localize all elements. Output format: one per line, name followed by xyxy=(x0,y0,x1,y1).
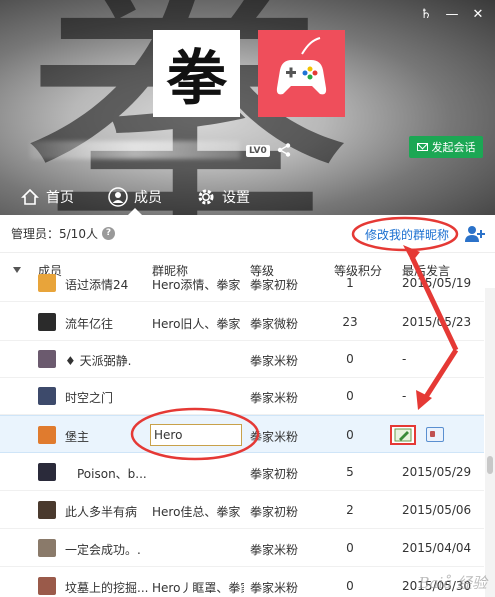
nickname-edit-input[interactable] xyxy=(150,424,242,446)
person-icon xyxy=(108,186,128,207)
start-chat-button[interactable]: 发起会话 xyxy=(409,136,483,158)
member-name: 一定会成功。. xyxy=(65,543,141,557)
table-row[interactable]: 此人多半有病 Hero佳总、拳家 拳家初粉 2 2015/05/06 xyxy=(0,491,484,529)
member-last-message: 2015/05/06 xyxy=(402,503,472,517)
close-icon[interactable]: ✕ xyxy=(469,6,487,24)
member-name: 此人多半有病 xyxy=(65,505,138,519)
avatar xyxy=(38,539,56,557)
member-level: 拳家初粉 xyxy=(250,505,299,519)
member-name: 时空之门 xyxy=(65,391,114,405)
member-card-icon[interactable] xyxy=(426,427,444,442)
tab-settings-label: 设置 xyxy=(222,189,250,206)
table-row[interactable]: 一定会成功。. 拳家米粉 0 2015/04/04 xyxy=(0,529,484,567)
member-name: 语过添情24 xyxy=(65,278,129,292)
member-last-message: 2015/05/23 xyxy=(402,315,472,329)
table-row-editing[interactable]: 堡主 拳家米粉 0 xyxy=(0,415,484,453)
table-row[interactable]: ♦ 天派弼静. 拳家米粉 0 - xyxy=(0,340,484,378)
tab-home-label: 首页 xyxy=(46,189,74,206)
member-level: 拳家米粉 xyxy=(250,581,299,595)
avatar xyxy=(38,426,56,444)
gamepad-icon xyxy=(276,37,327,95)
help-icon[interactable]: ? xyxy=(101,227,115,240)
avatar xyxy=(38,501,56,519)
avatar xyxy=(38,350,56,368)
table-row[interactable]: 流年亿往 Hero旧人、拳家 拳家微粉 23 2015/05/23 xyxy=(0,303,484,341)
table-row[interactable]: 时空之门 拳家米粉 0 - xyxy=(0,377,484,415)
pin-icon[interactable]: ♄ xyxy=(417,6,435,24)
member-points: 5 xyxy=(346,465,354,479)
tab-members[interactable]: 成员 xyxy=(108,178,162,215)
member-points: 0 xyxy=(346,579,354,593)
admin-count: 管理员：5/10人 xyxy=(11,227,98,241)
member-last-message: - xyxy=(402,389,407,403)
minimize-icon[interactable]: — xyxy=(443,6,461,24)
member-list: 语过添情24 Hero添情、拳家 拳家初粉 1 2015/05/19 流年亿往 … xyxy=(0,271,484,597)
tab-bar: 首页 成员 设置 xyxy=(0,178,495,215)
member-points: 0 xyxy=(346,541,354,555)
avatar xyxy=(38,387,56,405)
message-icon xyxy=(416,143,428,151)
table-row[interactable]: 语过添情24 Hero添情、拳家 拳家初粉 1 2015/05/19 xyxy=(0,271,484,302)
member-name: 坟墓上的挖掘... xyxy=(65,581,148,595)
admin-bar: 管理员：5/10人 ? 修改我的群昵称 xyxy=(0,215,495,253)
gear-icon xyxy=(198,189,214,204)
group-name-blurred xyxy=(30,141,240,159)
member-name: ♦ 天派弼静. xyxy=(65,354,132,368)
add-member-icon[interactable] xyxy=(465,225,485,243)
avatar xyxy=(38,274,56,292)
member-points: 2 xyxy=(346,503,354,517)
group-level-badge: LV0 xyxy=(246,145,270,157)
table-row[interactable]: Poison、b... 拳家初粉 5 2015/05/29 xyxy=(0,453,484,491)
scrollbar-thumb[interactable] xyxy=(487,456,493,474)
member-name: Poison、b... xyxy=(77,467,147,481)
share-icon[interactable] xyxy=(276,142,292,158)
avatar xyxy=(38,463,56,481)
game-avatar[interactable] xyxy=(258,30,345,117)
member-last-message: 2015/05/29 xyxy=(402,465,472,479)
avatar xyxy=(38,577,56,595)
avatar xyxy=(38,313,56,331)
group-avatar[interactable]: 拳 xyxy=(153,30,240,117)
window-controls: ♄ — ✕ xyxy=(417,6,487,24)
member-level: 拳家米粉 xyxy=(250,391,299,405)
member-level: 拳家米粉 xyxy=(250,543,299,557)
edit-my-nickname-link[interactable]: 修改我的群昵称 xyxy=(365,226,449,243)
member-points: 0 xyxy=(346,389,354,403)
home-icon xyxy=(21,188,39,205)
pencil-icon xyxy=(394,428,412,442)
member-last-message: - xyxy=(402,352,407,366)
tab-home[interactable]: 首页 xyxy=(20,178,74,215)
group-avatar-text: 拳 xyxy=(166,44,227,114)
member-points: 0 xyxy=(346,352,354,366)
member-last-message: 2015/05/19 xyxy=(402,276,472,290)
group-header: 拳 ♄ — ✕ 拳 LV0 发起会话 xyxy=(0,0,495,215)
member-level: 拳家初粉 xyxy=(250,467,299,481)
member-level: 拳家米粉 xyxy=(250,430,299,444)
member-name: 流年亿往 xyxy=(65,317,114,331)
member-list-scrollbar[interactable] xyxy=(485,288,495,597)
start-chat-label: 发起会话 xyxy=(431,141,476,154)
member-last-message: 2015/04/04 xyxy=(402,541,472,555)
edit-nickname-icon[interactable] xyxy=(390,425,416,445)
member-nickname: Hero丿眶罩、拳家 xyxy=(152,581,244,595)
table-row[interactable]: 坟墓上的挖掘... Hero丿眶罩、拳家 拳家米粉 0 2015/05/30 xyxy=(0,567,484,597)
member-nickname: Hero佳总、拳家 xyxy=(152,505,241,519)
member-level: 拳家米粉 xyxy=(250,354,299,368)
tab-settings[interactable]: 设置 xyxy=(196,178,250,215)
tab-members-label: 成员 xyxy=(134,189,162,206)
member-points: 23 xyxy=(342,315,358,329)
member-nickname: Hero添情、拳家 xyxy=(152,278,241,292)
member-level: 拳家初粉 xyxy=(250,278,299,292)
member-nickname: Hero旧人、拳家 xyxy=(152,317,241,331)
member-points: 1 xyxy=(346,276,354,290)
member-name: 堡主 xyxy=(65,430,90,444)
watermark: Baiå 经验 xyxy=(418,574,487,592)
member-level: 拳家微粉 xyxy=(250,317,299,331)
member-points: 0 xyxy=(346,428,354,442)
